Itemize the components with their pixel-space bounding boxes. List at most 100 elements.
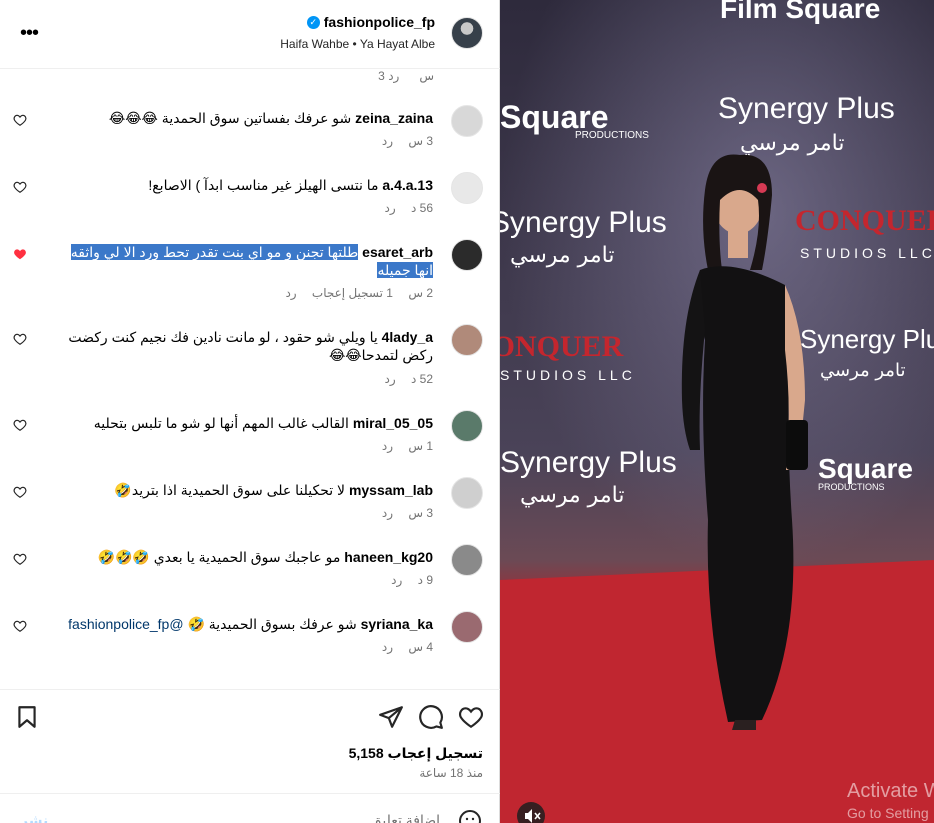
comment-time: 3 س <box>408 506 433 520</box>
reply-link[interactable]: رد <box>391 573 402 587</box>
reply-link[interactable]: رد <box>285 286 296 300</box>
audio-track-link[interactable]: Haifa Wahbe • Ya Hayat Albe <box>280 37 435 51</box>
more-options-icon[interactable]: ••• <box>18 23 40 43</box>
comment-text: لا تحكيلنا على سوق الحميدية اذا بتريد🤣 <box>114 482 346 498</box>
comment-meta: 3 س رد <box>370 506 433 520</box>
comment-time: 56 د <box>410 201 433 215</box>
post-author-username[interactable]: fashionpolice_fp <box>324 14 435 30</box>
reply-link[interactable]: رد <box>382 506 393 520</box>
comment-meta: 56 د رد <box>372 201 433 215</box>
like-comment-icon[interactable] <box>13 619 27 633</box>
sign-conquer-2: CONQUER <box>500 330 624 363</box>
comment-text: مو عاجبك سوق الحميدية يا بعدي 🤣🤣🤣 <box>97 549 341 565</box>
liked-heart-icon[interactable] <box>13 247 27 261</box>
comment-time: 2 س <box>408 286 433 300</box>
comment-avatar[interactable] <box>451 239 483 271</box>
like-comment-icon[interactable] <box>13 332 27 346</box>
comment-body: syriana_ka شو عرفك بسوق الحميدية 🤣 @fash… <box>68 615 433 633</box>
verified-badge-icon: ✓ <box>306 15 320 29</box>
activate-windows-subtitle: Go to Setting <box>847 805 929 821</box>
comment-meta: 4 س رد <box>370 640 433 654</box>
reel-video[interactable]: Film Square Square PRODUCTIONS Synergy P… <box>500 0 934 823</box>
sign-arabic-2: تامر مرسي <box>510 243 614 268</box>
sign-arabic: تامر مرسي <box>740 131 844 156</box>
comment-body: myssam_lab لا تحكيلنا على سوق الحميدية ا… <box>114 481 433 499</box>
post-timestamp: منذ 18 ساعة <box>419 766 483 780</box>
reply-link[interactable]: رد <box>384 201 395 215</box>
like-comment-icon[interactable] <box>13 485 27 499</box>
sign-synergy-2: Synergy Plus <box>500 206 667 239</box>
post-action-bar: 5,158 تسجيل إعجاب منذ 18 ساعة <box>0 689 500 793</box>
sign-arabic-3: تامر مرسي <box>820 360 905 381</box>
comment-username[interactable]: 4lady_a <box>382 329 433 345</box>
comment-avatar[interactable] <box>451 324 483 356</box>
comment-time: 4 س <box>408 640 433 654</box>
like-icon[interactable] <box>458 704 484 730</box>
muted-audio-icon[interactable] <box>517 802 545 823</box>
video-frame: Film Square Square PRODUCTIONS Synergy P… <box>500 0 934 823</box>
comment-meta: 1 س رد <box>370 439 433 453</box>
reply-link[interactable]: رد <box>382 640 393 654</box>
comment-input[interactable]: إضافة تعليق... <box>359 812 440 823</box>
like-comment-icon[interactable] <box>13 418 27 432</box>
comment-text: ما نتسى الهيلز غير مناسب ابدآ ) الاصابع! <box>148 177 379 193</box>
post-comment-button[interactable]: نشر <box>20 812 48 823</box>
comment-likes[interactable]: 1 تسجيل إعجاب <box>312 286 393 300</box>
comment-avatar[interactable] <box>451 410 483 442</box>
comment-meta: 3 س رد <box>370 134 433 148</box>
comment-username[interactable]: esaret_arb <box>362 244 433 260</box>
emoji-icon[interactable] <box>458 809 482 823</box>
comment-username[interactable]: a.4.a.13 <box>382 177 433 193</box>
comment-body: miral_05_05 القالب غالب المهم أنها لو شو… <box>94 414 433 432</box>
reply-link[interactable]: رد <box>382 134 393 148</box>
comment-avatar[interactable] <box>451 544 483 576</box>
comment-username[interactable]: myssam_lab <box>349 482 433 498</box>
like-comment-icon[interactable] <box>13 113 27 127</box>
prev-comment-meta: 3 س رد <box>378 69 434 83</box>
sign-studios-2: STUDIOS LLC <box>500 367 636 383</box>
comment-time: 52 د <box>410 372 433 386</box>
comment-username[interactable]: miral_05_05 <box>353 415 433 431</box>
comment-text: شو عرفك بسوق الحميدية 🤣 <box>187 616 357 632</box>
comment-text: شو عرفك بفساتين سوق الحمدية 😂😂😂 <box>108 110 352 126</box>
sign-synergy-3: Synergy Plus <box>800 324 934 354</box>
comments-list[interactable]: 3 س رد zeina_zaina شو عرفك بفساتين سوق ا… <box>0 69 500 689</box>
reply-link[interactable]: رد <box>382 439 393 453</box>
likes-count[interactable]: 5,158 تسجيل إعجاب <box>349 745 483 762</box>
activate-windows-title: Activate W <box>847 780 934 802</box>
sign-arabic-4: تامر مرسي <box>520 483 624 508</box>
sign-synergy: Synergy Plus <box>718 92 895 125</box>
comment-icon[interactable] <box>418 704 444 730</box>
like-comment-icon[interactable] <box>13 552 27 566</box>
comment-meta: 9 د رد <box>379 573 433 587</box>
mention-link[interactable]: @fashionpolice_fp <box>68 616 183 632</box>
comment-time: 9 د <box>417 573 433 587</box>
comment-username[interactable]: haneen_kg20 <box>344 549 433 565</box>
comment-meta: 2 س 1 تسجيل إعجاب رد <box>273 286 433 300</box>
sign-square: Square <box>818 453 913 484</box>
comment-body: esaret_arb طلتها تجنن و مو اي بنت تقدر ت… <box>51 243 433 279</box>
share-icon[interactable] <box>378 704 404 730</box>
comment-body: 4lady_a يا ويلي شو حقود ، لو مانت نادين … <box>63 328 433 364</box>
comment-avatar[interactable] <box>451 611 483 643</box>
comment-text: القالب غالب المهم أنها لو شو ما تلبس بتح… <box>93 415 349 431</box>
add-comment-bar: نشر إضافة تعليق... <box>0 793 500 823</box>
comment-avatar[interactable] <box>451 105 483 137</box>
comment-time: 1 س <box>408 439 433 453</box>
comment-username[interactable]: zeina_zaina <box>355 110 433 126</box>
comment-body: a.4.a.13 ما نتسى الهيلز غير مناسب ابدآ )… <box>148 176 433 194</box>
like-comment-icon[interactable] <box>13 180 27 194</box>
post-header: ••• ✓ fashionpolice_fp Haifa Wahbe • Ya … <box>0 0 500 69</box>
post-author[interactable]: ✓ fashionpolice_fp <box>306 14 435 30</box>
comment-avatar[interactable] <box>451 172 483 204</box>
bookmark-icon[interactable] <box>14 704 40 730</box>
comment-time: 3 س <box>378 69 434 83</box>
reply-link[interactable]: رد <box>388 69 399 83</box>
reply-link[interactable]: رد <box>384 372 395 386</box>
comment-body: zeina_zaina شو عرفك بفساتين سوق الحمدية … <box>109 109 433 127</box>
comment-text: يا ويلي شو حقود ، لو مانت نادين فك نجيم … <box>68 329 433 363</box>
comment-username[interactable]: syriana_ka <box>361 616 433 632</box>
comment-avatar[interactable] <box>451 477 483 509</box>
comment-meta: 52 د رد <box>372 372 433 386</box>
author-avatar[interactable] <box>451 17 483 49</box>
